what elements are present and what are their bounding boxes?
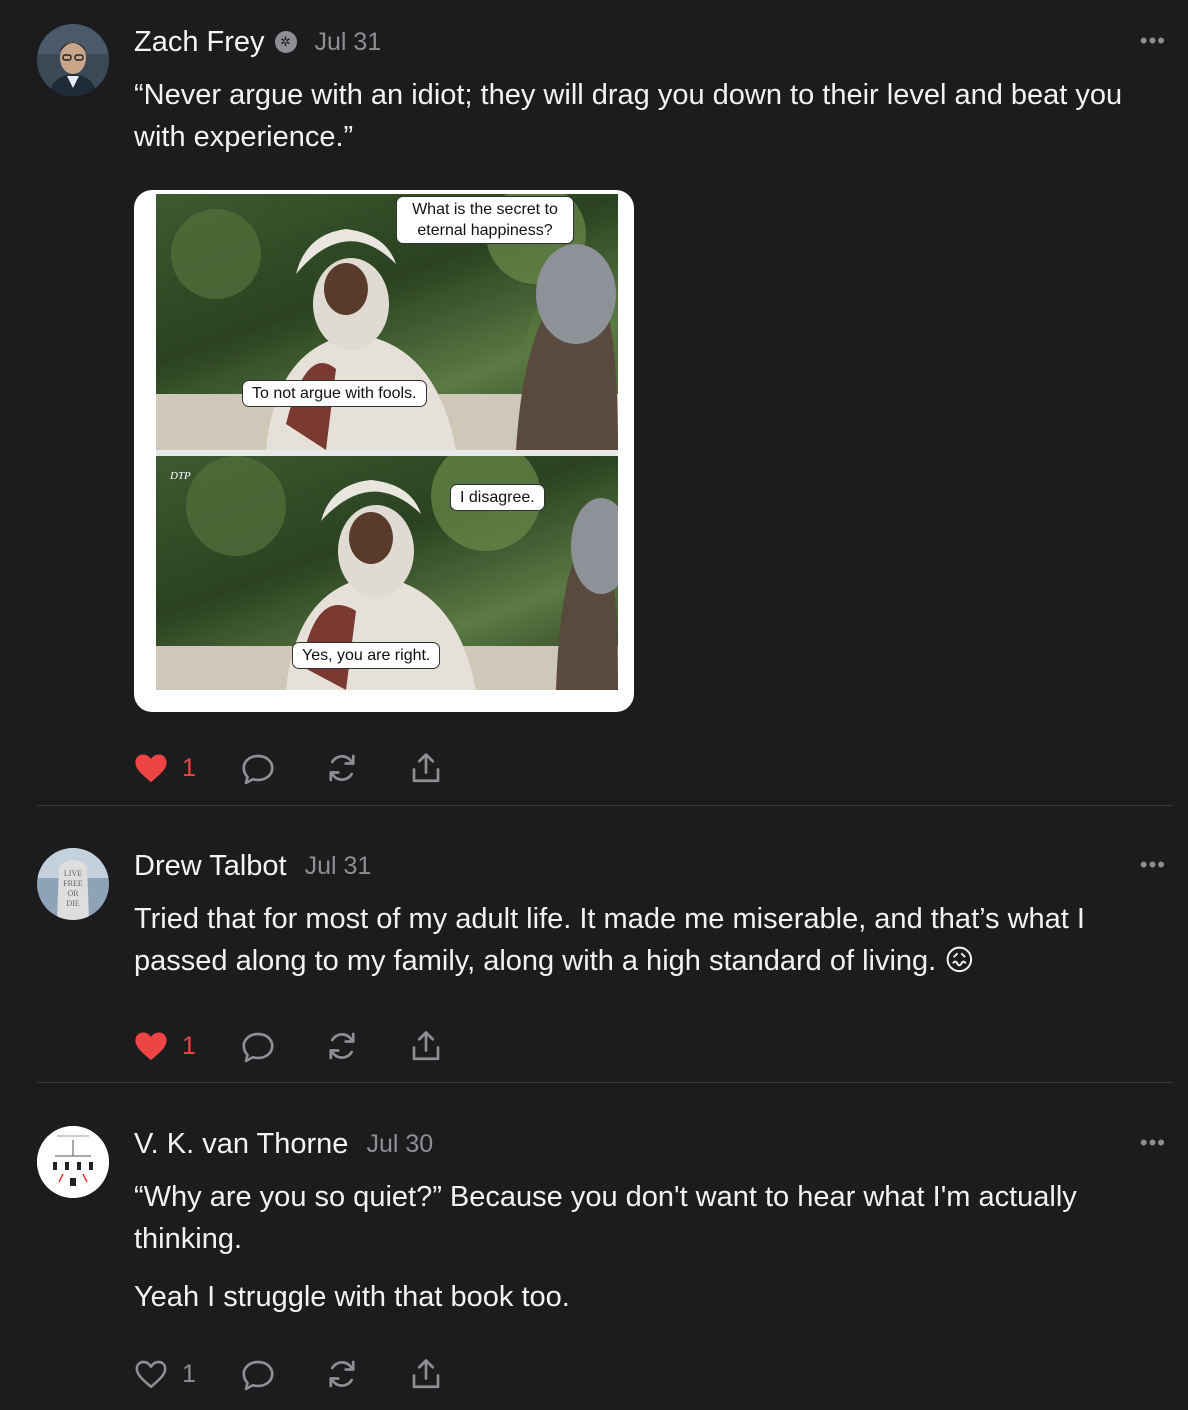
restack-button[interactable] bbox=[324, 750, 360, 786]
author-name[interactable]: Drew Talbot bbox=[134, 850, 287, 883]
share-icon bbox=[412, 1031, 440, 1061]
restack-icon bbox=[329, 1360, 355, 1388]
comment-button[interactable] bbox=[240, 1356, 276, 1392]
post-image[interactable]: What is the secret to eternal happiness?… bbox=[134, 190, 634, 712]
avatar[interactable]: LIVE FREE OR DIE bbox=[37, 848, 109, 920]
speech-bubble: I disagree. bbox=[450, 484, 545, 511]
comment-button[interactable] bbox=[240, 750, 276, 786]
svg-text:DIE: DIE bbox=[66, 899, 79, 908]
post-text: Yeah I struggle with that book too. bbox=[134, 1281, 570, 1313]
like-button[interactable]: 1 bbox=[134, 752, 196, 784]
post-text: “Why are you so quiet?” Because you don'… bbox=[134, 1181, 1077, 1255]
like-count: 1 bbox=[182, 1359, 196, 1388]
comment-icon bbox=[242, 754, 274, 785]
restack-icon bbox=[329, 754, 355, 782]
restack-button[interactable] bbox=[324, 1356, 360, 1392]
post-actions: 1 bbox=[134, 1354, 1156, 1394]
post-zach-frey: Zach Frey ✲ Jul 31 ••• “Never argue with… bbox=[0, 22, 1188, 788]
meme-watermark: DTP bbox=[170, 470, 191, 482]
post-actions: 1 bbox=[134, 1026, 1156, 1066]
svg-text:LIVE: LIVE bbox=[64, 869, 82, 878]
more-icon[interactable]: ••• bbox=[1140, 852, 1166, 878]
post-actions: 1 bbox=[134, 748, 1156, 788]
share-button[interactable] bbox=[408, 1028, 444, 1064]
like-button[interactable]: 1 bbox=[134, 1358, 196, 1390]
share-icon bbox=[412, 753, 440, 783]
avatar[interactable] bbox=[37, 1126, 109, 1198]
more-icon[interactable]: ••• bbox=[1140, 1130, 1166, 1156]
meme-panel-top: What is the secret to eternal happiness?… bbox=[156, 194, 618, 450]
post-header: V. K. van Thorne Jul 30 bbox=[134, 1124, 1156, 1164]
comment-icon bbox=[242, 1360, 274, 1391]
post-header: Drew Talbot Jul 31 bbox=[134, 846, 1156, 886]
post-date[interactable]: Jul 31 bbox=[315, 28, 382, 57]
share-button[interactable] bbox=[408, 750, 444, 786]
like-button[interactable]: 1 bbox=[134, 1030, 196, 1062]
post-vk-van-thorne: V. K. van Thorne Jul 30 ••• “Why are you… bbox=[0, 1124, 1188, 1394]
speech-bubble: Yes, you are right. bbox=[292, 642, 441, 669]
post-drew-talbot: LIVE FREE OR DIE Drew Talbot Jul 31 ••• … bbox=[0, 846, 1188, 1066]
post-divider bbox=[37, 1082, 1173, 1083]
avatar-license-plate: LIVE FREE OR DIE bbox=[37, 848, 109, 920]
more-icon[interactable]: ••• bbox=[1140, 28, 1166, 54]
post-text: “Never argue with an idiot; they will dr… bbox=[134, 79, 1123, 153]
post-text: Tried that for most of my adult life. It… bbox=[134, 903, 1085, 977]
restack-icon bbox=[329, 1032, 355, 1060]
comment-icon bbox=[242, 1032, 274, 1063]
heart-outline-icon bbox=[135, 1360, 167, 1389]
share-icon bbox=[412, 1359, 440, 1389]
avatar-portrait bbox=[37, 24, 109, 96]
comment-button[interactable] bbox=[240, 1028, 276, 1064]
speech-bubble: To not argue with fools. bbox=[242, 380, 427, 407]
post-divider bbox=[37, 805, 1173, 806]
share-button[interactable] bbox=[408, 1356, 444, 1392]
speech-bubble: What is the secret to eternal happiness? bbox=[396, 196, 574, 244]
restack-button[interactable] bbox=[324, 1028, 360, 1064]
avatar[interactable] bbox=[37, 24, 109, 96]
post-header: Zach Frey ✲ Jul 31 bbox=[134, 22, 1156, 62]
svg-text:OR: OR bbox=[67, 889, 79, 898]
verified-badge-icon: ✲ bbox=[274, 31, 297, 53]
svg-text:FREE: FREE bbox=[63, 879, 83, 888]
heart-icon bbox=[135, 1032, 167, 1061]
like-count: 1 bbox=[182, 1031, 196, 1060]
author-name[interactable]: V. K. van Thorne bbox=[134, 1128, 348, 1161]
avatar-diagram bbox=[37, 1126, 109, 1198]
post-date[interactable]: Jul 31 bbox=[305, 852, 372, 881]
heart-icon bbox=[135, 754, 167, 783]
post-date[interactable]: Jul 30 bbox=[366, 1130, 433, 1159]
like-count: 1 bbox=[182, 753, 196, 782]
author-name[interactable]: Zach Frey bbox=[134, 26, 265, 59]
meme-panel-bottom: DTP I disagree. Yes, you are right. bbox=[156, 456, 618, 690]
